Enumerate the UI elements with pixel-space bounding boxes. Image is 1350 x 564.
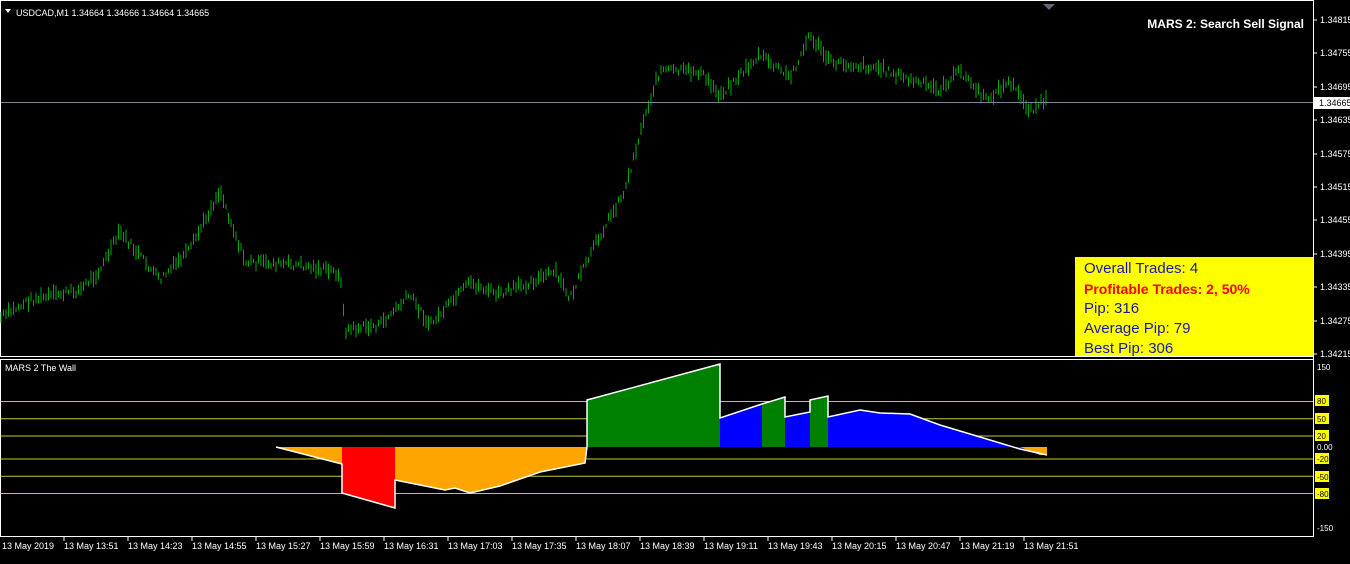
subwindow-axis-label: -150 bbox=[1317, 524, 1334, 533]
time-tick-label: 13 May 15:59 bbox=[320, 541, 375, 551]
price-tick-label: 1.34515 bbox=[1320, 182, 1350, 192]
price-tick-label: 1.34335 bbox=[1320, 282, 1350, 292]
current-price-label: 1.34665 bbox=[1319, 98, 1350, 108]
symbol-header: USDCAD,M1 1.34664 1.34666 1.34664 1.3466… bbox=[16, 8, 209, 18]
price-tick-label: 1.34755 bbox=[1320, 48, 1350, 58]
subwindow-axis-label: 20 bbox=[1317, 432, 1326, 441]
green-area-3 bbox=[810, 396, 828, 447]
green-area-2 bbox=[762, 397, 785, 447]
price-tick-label: 1.34275 bbox=[1320, 316, 1350, 326]
price-tick-label: 1.34455 bbox=[1320, 215, 1350, 225]
price-tick-label: 1.34815 bbox=[1320, 15, 1350, 25]
subwindow-axis-label: 50 bbox=[1317, 415, 1326, 424]
subwindow-axis-label: -80 bbox=[1317, 490, 1329, 499]
time-tick-label: 13 May 19:43 bbox=[768, 541, 823, 551]
time-tick-label: 13 May 17:03 bbox=[448, 541, 503, 551]
time-tick-label: 13 May 17:35 bbox=[512, 541, 567, 551]
subwindow-axis: 150 80 50 20 0.00 -20 -50 -80 -150 bbox=[1315, 363, 1334, 533]
time-tick-label: 13 May 2019 bbox=[2, 541, 54, 551]
time-tick-label: 13 May 18:39 bbox=[640, 541, 695, 551]
time-tick-label: 13 May 16:31 bbox=[384, 541, 439, 551]
price-tick-label: 1.34215 bbox=[1320, 349, 1350, 359]
subwindow-axis-label: 80 bbox=[1317, 397, 1326, 406]
indicator-title: MARS 2: Search Sell Signal bbox=[1147, 17, 1304, 31]
best-pip: Best Pip: 306 bbox=[1084, 340, 1174, 357]
subwindow-title: MARS 2 The Wall bbox=[5, 363, 76, 373]
overall-trades: Overall Trades: 4 bbox=[1084, 260, 1199, 277]
time-tick-label: 13 May 20:15 bbox=[832, 541, 887, 551]
subwindow-axis-label: 0.00 bbox=[1317, 443, 1333, 452]
time-tick-label: 13 May 21:19 bbox=[960, 541, 1015, 551]
time-tick-label: 13 May 20:47 bbox=[896, 541, 951, 551]
price-tick-label: 1.34395 bbox=[1320, 249, 1350, 259]
subwindow-axis-label: 150 bbox=[1317, 363, 1331, 372]
subwindow-axis-label: -50 bbox=[1317, 473, 1329, 482]
price-tick-label: 1.34695 bbox=[1320, 82, 1350, 92]
average-pip: Average Pip: 79 bbox=[1084, 320, 1191, 337]
subwindow-axis-label: -20 bbox=[1317, 455, 1329, 464]
time-tick-label: 13 May 19:11 bbox=[704, 541, 758, 551]
time-tick-label: 13 May 14:23 bbox=[128, 541, 183, 551]
profitable-trades: Profitable Trades: 2, 50% bbox=[1084, 281, 1250, 297]
time-tick-label: 13 May 14:55 bbox=[192, 541, 247, 551]
time-axis: 13 May 2019 13 May 13:51 13 May 14:23 13 Ma… bbox=[2, 537, 1079, 551]
time-tick-label: 13 May 15:27 bbox=[256, 541, 311, 551]
pip-total: Pip: 316 bbox=[1084, 300, 1140, 317]
time-tick-label: 13 May 18:07 bbox=[576, 541, 631, 551]
price-axis: 1.34815 1.34755 1.34695 1.34635 1.34575 1.345… bbox=[1313, 15, 1350, 359]
statistics-panel: Overall Trades: 4 Profitable Trades: 2, … bbox=[1075, 257, 1313, 357]
time-tick-label: 13 May 13:51 bbox=[64, 541, 119, 551]
price-tick-label: 1.34575 bbox=[1320, 149, 1350, 159]
price-tick-label: 1.34635 bbox=[1320, 115, 1350, 125]
time-tick-label: 13 May 21:51 bbox=[1024, 541, 1079, 551]
